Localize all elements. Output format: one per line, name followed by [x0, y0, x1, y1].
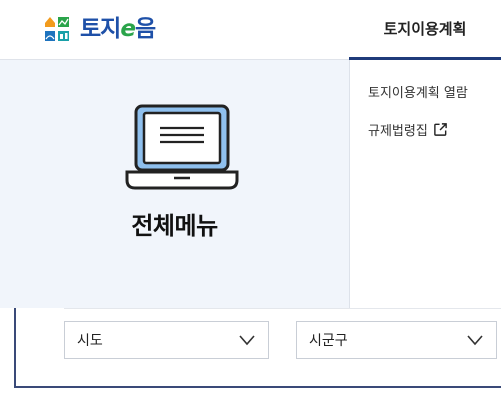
menu-item-label: 규제법령집 [368, 124, 428, 139]
sido-select-label: 시도 [77, 333, 103, 349]
menu-item-label: 토지이용계획 열람 [368, 86, 468, 101]
chevron-down-icon [467, 335, 483, 346]
external-link-icon [433, 123, 447, 136]
sigungu-select-label: 시군구 [309, 333, 348, 349]
nav-tab-land-use-plan[interactable]: 토지이용계획 [349, 0, 501, 60]
divider [64, 308, 501, 309]
logo-wordmark: 토지e음 [80, 16, 156, 42]
sido-select[interactable]: 시도 [64, 321, 269, 359]
site-logo[interactable]: 토지e음 [42, 14, 156, 44]
chevron-down-icon [239, 335, 255, 346]
laptop-icon [125, 104, 239, 190]
full-menu-title: 전체메뉴 [131, 212, 218, 240]
sigungu-select[interactable]: 시군구 [296, 321, 497, 359]
menu-item-land-use-view[interactable]: 토지이용계획 열람 [368, 82, 468, 101]
site-header: 토지e음 토지이용계획 [0, 0, 501, 60]
nav-dropdown: 토지이용계획 열람 규제법령집 [349, 60, 501, 308]
full-menu-panel: 전체메뉴 [0, 60, 349, 308]
logo-mark-icon [45, 17, 69, 41]
menu-item-regulation-laws[interactable]: 규제법령집 [368, 120, 448, 139]
